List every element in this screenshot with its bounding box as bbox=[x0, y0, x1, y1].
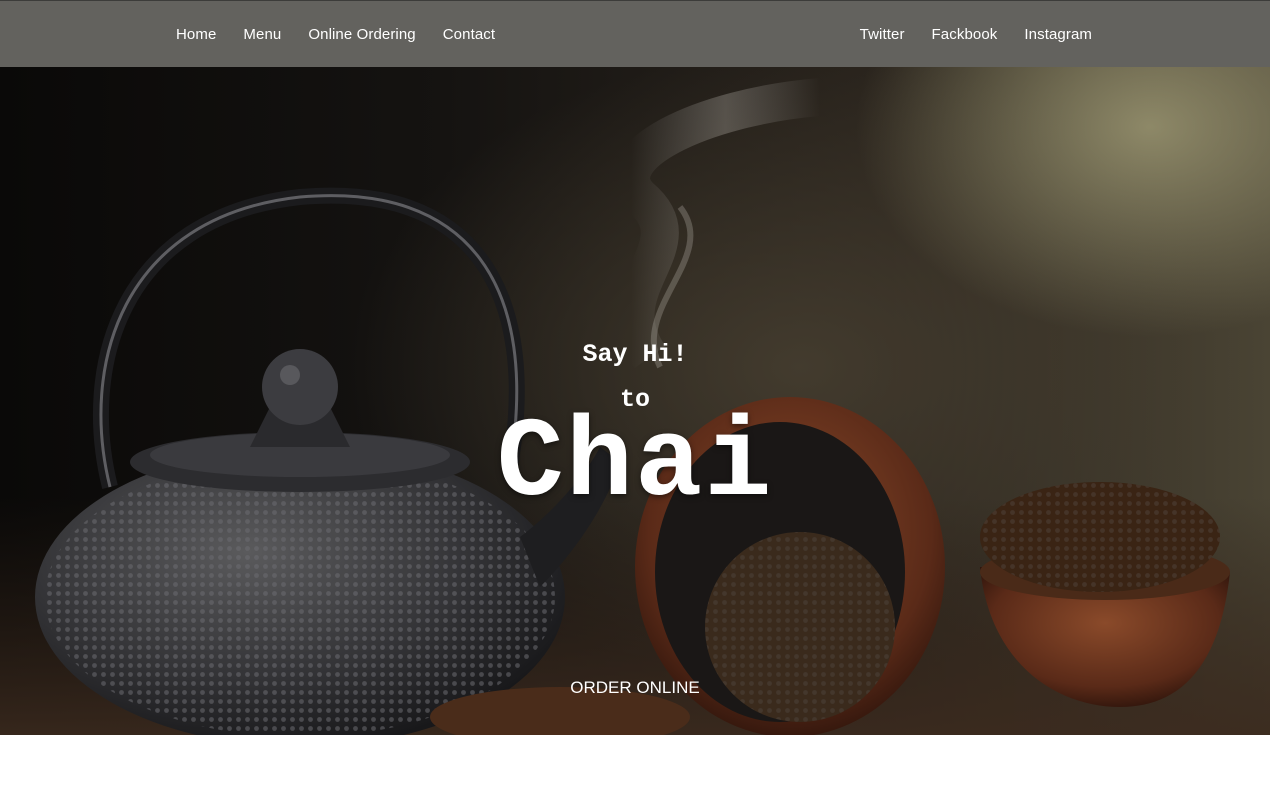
nav-link-contact[interactable]: Contact bbox=[443, 26, 495, 43]
social-nav: Twitter Fackbook Instagram bbox=[860, 1, 1092, 68]
nav-link-menu[interactable]: Menu bbox=[243, 26, 281, 43]
nav-link-instagram[interactable]: Instagram bbox=[1024, 26, 1092, 43]
hero-brand-title: Chai bbox=[496, 401, 774, 528]
top-navbar: Home Menu Online Ordering Contact Twitte… bbox=[0, 0, 1270, 67]
hero-greeting: Say Hi! bbox=[582, 340, 688, 369]
nav-link-home[interactable]: Home bbox=[176, 26, 216, 43]
nav-link-facebook[interactable]: Fackbook bbox=[932, 26, 998, 43]
hero-text-block: Say Hi! to Chai ORDER ONLINE bbox=[0, 67, 1270, 735]
hero-banner: Say Hi! to Chai ORDER ONLINE bbox=[0, 67, 1270, 735]
nav-link-online-ordering[interactable]: Online Ordering bbox=[308, 26, 415, 43]
nav-link-twitter[interactable]: Twitter bbox=[860, 26, 905, 43]
primary-nav: Home Menu Online Ordering Contact bbox=[176, 1, 495, 68]
order-online-button[interactable]: ORDER ONLINE bbox=[0, 678, 1270, 698]
